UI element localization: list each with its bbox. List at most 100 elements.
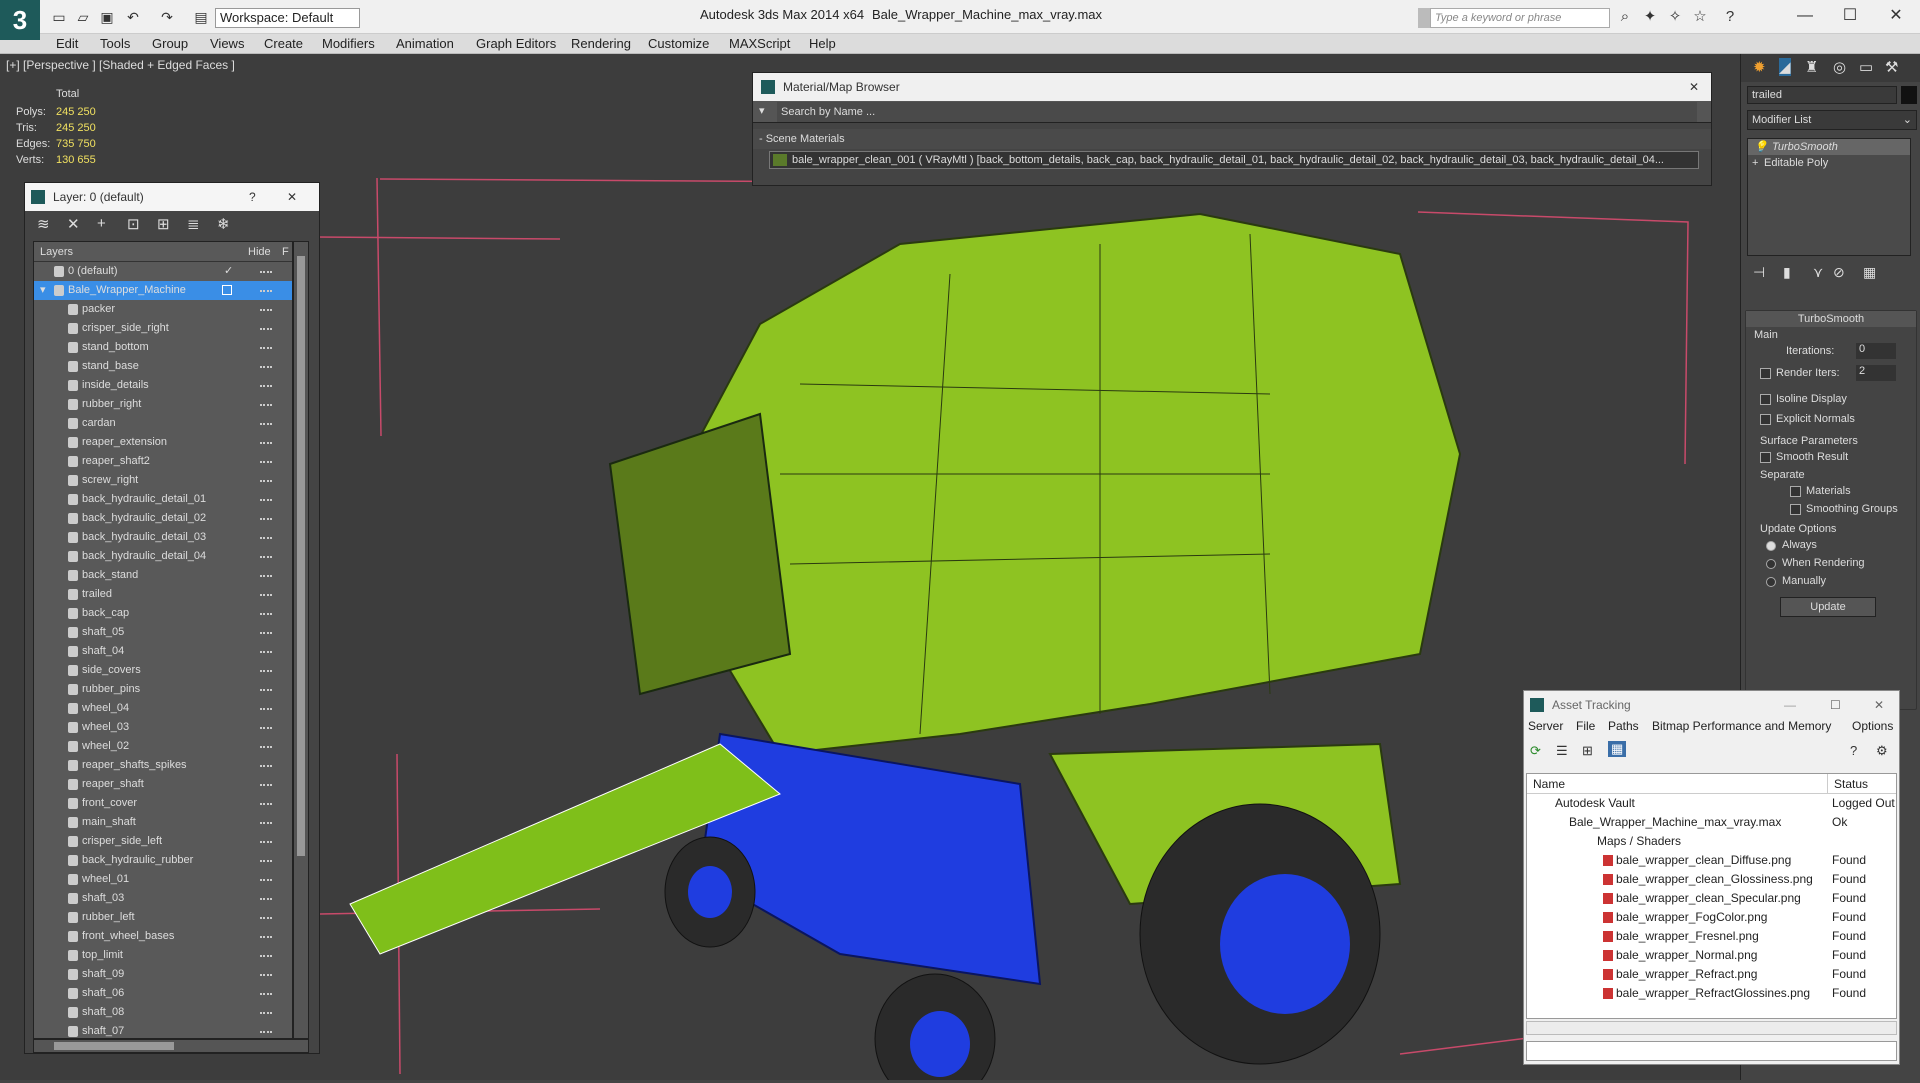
layer-object-row[interactable]: shaft_05 <box>34 623 292 642</box>
material-entry[interactable]: bale_wrapper_clean_001 ( VRayMtl ) [back… <box>769 151 1699 169</box>
hide-toggle[interactable] <box>260 309 272 311</box>
layer-object-row[interactable]: rubber_left <box>34 908 292 927</box>
hide-toggle[interactable] <box>260 290 272 292</box>
motion-tab-icon[interactable]: ◎ <box>1833 58 1846 76</box>
layer-object-row[interactable]: side_covers <box>34 661 292 680</box>
menu-modifiers[interactable]: Modifiers <box>322 34 375 54</box>
menu-options[interactable]: Options <box>1852 719 1893 733</box>
iterations-spinner[interactable]: 0 <box>1856 343 1896 359</box>
exchange-icon[interactable]: ✧ <box>1665 7 1685 27</box>
hide-toggle[interactable] <box>260 385 272 387</box>
layer-object-row[interactable]: reaper_shaft <box>34 775 292 794</box>
hide-toggle[interactable] <box>260 955 272 957</box>
hide-toggle[interactable] <box>260 765 272 767</box>
hide-toggle[interactable] <box>260 1031 272 1033</box>
redo-icon[interactable]: ↷ <box>158 8 176 26</box>
refresh-icon[interactable]: ⟳ <box>1530 743 1541 759</box>
table-view-icon[interactable]: ▦ <box>1608 741 1627 757</box>
layer-object-row[interactable]: shaft_09 <box>34 965 292 984</box>
object-color-swatch[interactable] <box>1901 86 1917 104</box>
asset-row-map[interactable]: bale_wrapper_clean_Diffuse.png Found <box>1527 851 1896 870</box>
close-button[interactable]: ✕ <box>1874 691 1884 719</box>
maximize-button[interactable]: ☐ <box>1830 4 1870 28</box>
hide-toggle[interactable] <box>260 879 272 881</box>
menu-rendering[interactable]: Rendering <box>571 34 631 54</box>
help-icon[interactable]: ? <box>1850 743 1857 758</box>
col-hide[interactable]: Hide <box>248 242 271 262</box>
layer-scrollbar[interactable] <box>293 241 309 1039</box>
open-file-icon[interactable]: ▱ <box>74 8 92 26</box>
object-name-field[interactable]: trailed <box>1747 86 1897 104</box>
save-icon[interactable]: ▣ <box>98 8 116 26</box>
collapse-icon[interactable]: ▾ <box>40 281 46 300</box>
close-button[interactable]: ✕ <box>1876 4 1916 28</box>
layer-object-row[interactable]: back_hydraulic_detail_01 <box>34 490 292 509</box>
isoline-checkbox[interactable] <box>1760 393 1771 408</box>
filter-icon[interactable]: ▾ <box>759 104 765 117</box>
hide-all-icon[interactable]: ≣ <box>187 215 200 233</box>
hide-toggle[interactable] <box>260 803 272 805</box>
search-expand-icon[interactable] <box>1418 8 1430 28</box>
hide-toggle[interactable] <box>260 917 272 919</box>
layer-object-row[interactable]: inside_details <box>34 376 292 395</box>
keyword-search-input[interactable]: Type a keyword or phrase <box>1430 8 1610 28</box>
explicit-normals-checkbox[interactable] <box>1760 413 1771 428</box>
hide-toggle[interactable] <box>260 651 272 653</box>
update-button[interactable]: Update <box>1780 597 1876 617</box>
display-tab-icon[interactable]: ▭ <box>1859 58 1873 76</box>
help-icon[interactable]: ? <box>1720 7 1740 27</box>
hide-toggle[interactable] <box>260 442 272 444</box>
layer-object-row[interactable]: crisper_side_left <box>34 832 292 851</box>
hide-toggle[interactable] <box>260 366 272 368</box>
material-search-input[interactable]: Search by Name ... <box>777 102 1697 122</box>
asset-path-field[interactable] <box>1526 1041 1897 1061</box>
layer-object-row[interactable]: shaft_03 <box>34 889 292 908</box>
hide-toggle[interactable] <box>260 423 272 425</box>
configure-sets-icon[interactable]: ▦ <box>1863 264 1876 281</box>
hide-toggle[interactable] <box>260 936 272 938</box>
layer-object-row[interactable]: reaper_extension <box>34 433 292 452</box>
scroll-thumb[interactable] <box>297 256 305 856</box>
layer-object-row[interactable]: wheel_02 <box>34 737 292 756</box>
asset-row-file[interactable]: Bale_Wrapper_Machine_max_vray.max Ok <box>1527 813 1896 832</box>
hide-toggle[interactable] <box>260 708 272 710</box>
layer-object-row[interactable]: wheel_03 <box>34 718 292 737</box>
layer-object-row[interactable]: shaft_07 <box>34 1022 292 1038</box>
menu-customize[interactable]: Customize <box>648 34 709 54</box>
help-button[interactable]: ? <box>249 183 256 211</box>
hide-toggle[interactable] <box>260 632 272 634</box>
app-logo[interactable]: 3 <box>0 0 40 40</box>
layer-object-row[interactable]: stand_bottom <box>34 338 292 357</box>
stack-item-editable-poly[interactable]: + Editable Poly <box>1748 155 1910 171</box>
layer-object-row[interactable]: back_cap <box>34 604 292 623</box>
asset-tracking-titlebar[interactable]: Asset Tracking — ☐ ✕ <box>1524 691 1899 719</box>
layer-object-row[interactable]: trailed <box>34 585 292 604</box>
col-status[interactable]: Status <box>1827 774 1868 794</box>
asset-row-map[interactable]: bale_wrapper_clean_Glossiness.png Found <box>1527 870 1896 889</box>
layer-object-row[interactable]: reaper_shafts_spikes <box>34 756 292 775</box>
delete-layer-icon[interactable]: ✕ <box>67 215 80 233</box>
viewport-label[interactable]: [+] [Perspective ] [Shaded + Edged Faces… <box>6 58 235 72</box>
hide-toggle[interactable] <box>260 822 272 824</box>
hide-toggle[interactable] <box>260 328 272 330</box>
menu-server[interactable]: Server <box>1528 719 1563 733</box>
hide-toggle[interactable] <box>260 499 272 501</box>
hide-toggle[interactable] <box>260 860 272 862</box>
workspace-dropdown[interactable]: Workspace: Default <box>215 8 360 28</box>
project-folder-icon[interactable]: ▤ <box>192 8 210 26</box>
freeze-all-icon[interactable]: ❄ <box>217 215 230 233</box>
list-view-icon[interactable]: ☰ <box>1556 743 1568 759</box>
favorites-star-icon[interactable]: ☆ <box>1690 7 1710 27</box>
hide-toggle[interactable] <box>260 461 272 463</box>
smooth-result-checkbox[interactable] <box>1760 451 1771 466</box>
utilities-tab-icon[interactable]: ⚒ <box>1885 58 1898 76</box>
menu-animation[interactable]: Animation <box>396 34 454 54</box>
hide-toggle[interactable] <box>260 670 272 672</box>
asset-hscrollbar[interactable] <box>1526 1021 1897 1035</box>
hide-toggle[interactable] <box>260 518 272 520</box>
menu-create[interactable]: Create <box>264 34 303 54</box>
layer-object-row[interactable]: shaft_04 <box>34 642 292 661</box>
hide-toggle[interactable] <box>260 404 272 406</box>
communication-icon[interactable]: ✦ <box>1640 7 1660 27</box>
rollout-title[interactable]: TurboSmooth <box>1746 311 1916 327</box>
